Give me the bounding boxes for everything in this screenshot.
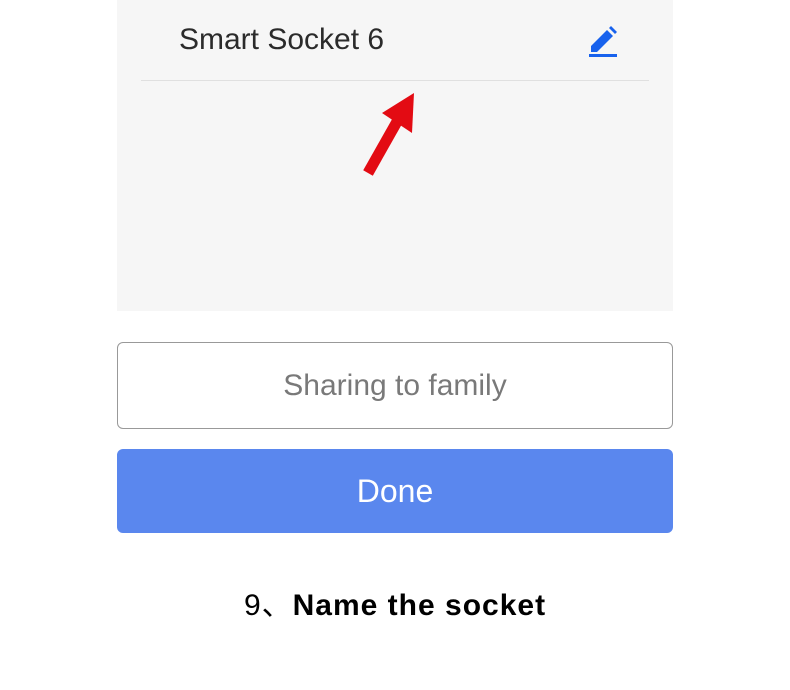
device-card: Smart Socket 6 [117,0,673,311]
edit-icon [583,22,619,58]
device-name-label: Smart Socket 6 [179,23,384,57]
card-header: Smart Socket 6 [141,0,649,81]
edit-button[interactable] [581,20,621,60]
caption-number: 9、 [244,589,293,622]
done-button[interactable]: Done [117,449,673,533]
caption-text: Name the socket [293,589,546,622]
sharing-button[interactable]: Sharing to family [117,342,673,429]
caption: 9、Name the socket [0,580,790,624]
